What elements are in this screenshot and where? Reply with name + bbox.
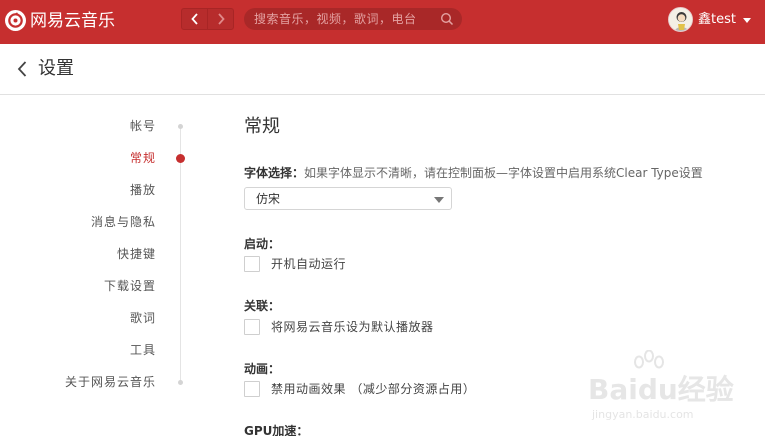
animation-checkbox[interactable] (244, 381, 260, 397)
search-icon[interactable] (440, 12, 454, 26)
font-setting-row: 字体选择：如果字体显示不清晰，请在控制面板—字体设置中启用系统Clear Typ… (244, 165, 703, 181)
watermark-url: jingyan.baidu.com (592, 408, 694, 421)
animation-option-label: 禁用动画效果 （减少部分资源占用） (271, 382, 476, 396)
font-label: 字体选择： (244, 166, 305, 180)
chevron-right-icon (218, 13, 225, 25)
gpu-label: GPU加速： (244, 424, 309, 436)
baidu-jingyan-watermark: Baidu经验 jingyan.baidu.com (588, 350, 763, 430)
sidebar-dot (178, 379, 183, 385)
page-header: 设置 (0, 44, 765, 95)
association-option-label: 将网易云音乐设为默认播放器 (271, 320, 434, 334)
font-select-value: 仿宋 (256, 192, 281, 206)
startup-checkbox[interactable] (244, 256, 260, 272)
sidebar-item[interactable]: 常规 (130, 151, 156, 165)
search-placeholder: 搜索音乐，视频，歌词，电台 (254, 12, 417, 26)
sidebar-item[interactable]: 快捷键 (117, 247, 156, 261)
sidebar-item[interactable]: 工具 (130, 343, 156, 357)
association-checkbox[interactable] (244, 319, 260, 335)
history-nav (181, 8, 234, 30)
association-label: 关联： (244, 299, 281, 313)
page-title: 设置 (38, 58, 74, 79)
sidebar-item[interactable]: 播放 (130, 183, 156, 197)
username[interactable]: 鑫test (698, 12, 736, 28)
sidebar-item[interactable]: 帐号 (130, 119, 156, 133)
nav-back-button[interactable] (182, 9, 208, 29)
dropdown-caret-icon (434, 197, 444, 203)
app-name: 网易云音乐 (30, 11, 115, 31)
sidebar-track (180, 126, 181, 381)
sidebar-item[interactable]: 下载设置 (104, 279, 156, 293)
sidebar-item[interactable]: 歌词 (130, 311, 156, 325)
back-arrow-icon[interactable] (16, 60, 28, 78)
user-menu-caret-icon[interactable] (743, 18, 751, 23)
startup-option-label: 开机自动运行 (271, 257, 347, 271)
settings-window: 网易云音乐 搜索音乐，视频，歌词，电台 鑫test 设置 帐号 常规 播放 消息… (0, 0, 765, 436)
sidebar-dot (178, 123, 183, 129)
top-bar: 网易云音乐 搜索音乐，视频，歌词，电台 鑫test (0, 0, 765, 44)
startup-label: 启动： (244, 237, 281, 251)
chevron-left-icon (190, 13, 198, 25)
section-title: 常规 (244, 116, 280, 137)
font-select[interactable]: 仿宋 (244, 187, 452, 210)
netease-logo-icon[interactable] (5, 10, 26, 31)
animation-label: 动画： (244, 362, 281, 376)
user-avatar[interactable] (668, 7, 693, 32)
nav-forward-button[interactable] (208, 9, 234, 29)
sidebar-item[interactable]: 消息与隐私 (91, 215, 156, 229)
font-hint: 如果字体显示不清晰，请在控制面板—字体设置中启用系统Clear Type设置 (304, 166, 703, 180)
search-input[interactable]: 搜索音乐，视频，歌词，电台 (244, 8, 462, 30)
watermark-brand: Baidu经验 (588, 373, 734, 406)
sidebar-item[interactable]: 关于网易云音乐 (65, 375, 156, 389)
sidebar-active-dot (176, 153, 185, 163)
